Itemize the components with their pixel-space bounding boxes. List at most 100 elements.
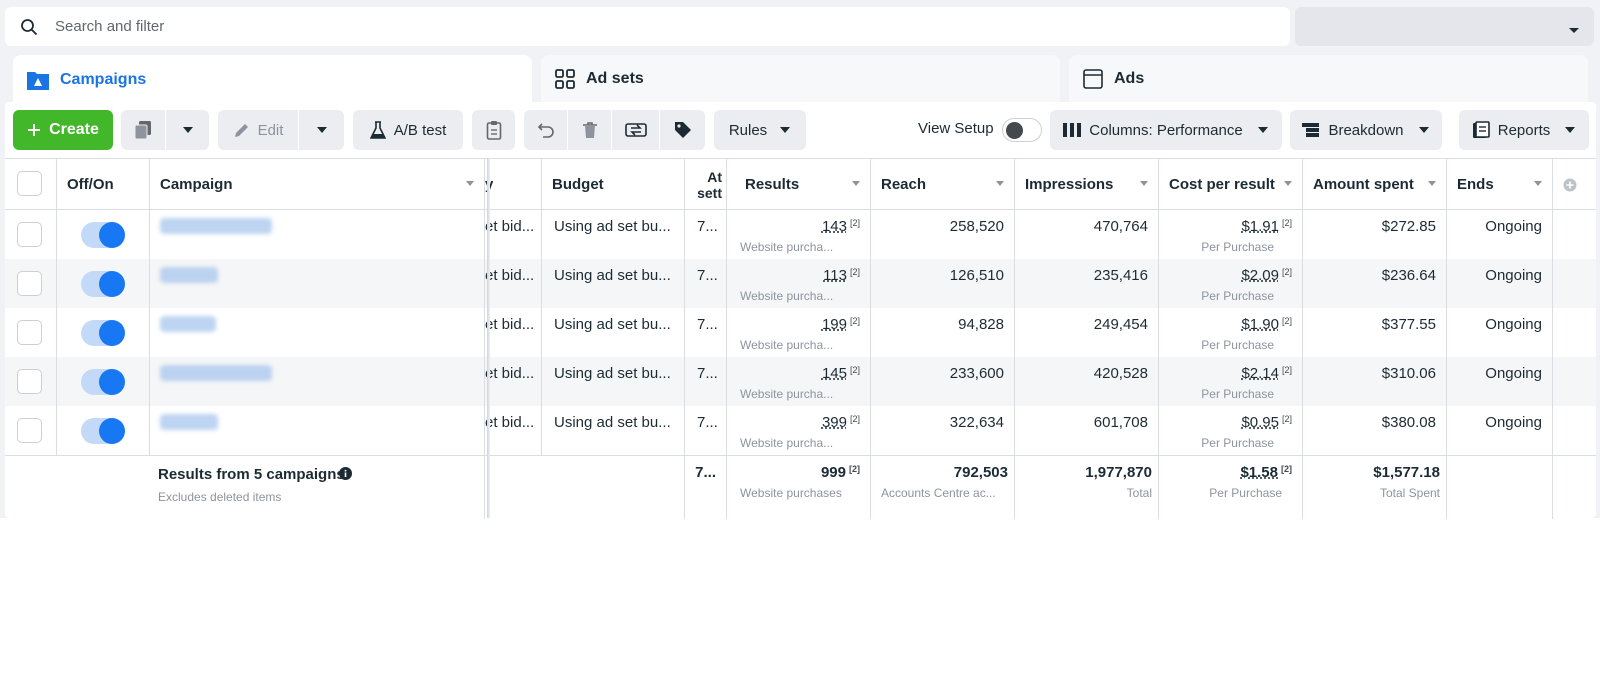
campaign-toggle[interactable] <box>81 222 125 248</box>
header-amount-spent[interactable]: Amount spent <box>1303 159 1447 210</box>
clipboard-button[interactable] <box>472 110 515 150</box>
select-all-checkbox[interactable] <box>17 171 42 196</box>
tag-icon <box>674 122 691 138</box>
redacted-campaign-name[interactable] <box>160 365 272 381</box>
table-row[interactable]: et bid... Using ad set bu... 7... 199 [2] Web… <box>5 308 1596 357</box>
budget-cell: Using ad set bu... <box>542 357 685 406</box>
header-bid-strategy[interactable]: y <box>485 159 542 210</box>
totals-impressions: 1,977,870 Total <box>1015 456 1159 519</box>
budget-cell: Using ad set bu... <box>542 210 685 259</box>
bid-strategy-value: et bid... <box>485 414 535 431</box>
columns-button[interactable]: Columns: Performance <box>1050 110 1282 150</box>
row-select-cell <box>5 357 57 406</box>
header-cost-per-result[interactable]: Cost per result <box>1159 159 1303 210</box>
header-ends[interactable]: Ends <box>1447 159 1553 210</box>
campaign-name-cell[interactable] <box>150 259 485 308</box>
reach-cell: 126,510 <box>871 259 1015 308</box>
totals-amount-subtitle: Total Spent <box>1379 486 1440 500</box>
results-subtitle: Website purcha... <box>740 387 834 401</box>
results-main: 399 [2] <box>822 414 860 431</box>
breakdown-button[interactable]: Breakdown <box>1290 110 1442 150</box>
duplicate-button[interactable] <box>121 110 165 150</box>
account-selector[interactable] <box>1295 7 1594 46</box>
tab-campaigns[interactable]: Campaigns <box>13 55 532 105</box>
view-setup-toggle[interactable] <box>1002 118 1042 142</box>
totals-amount-value: $1,577.18 <box>1373 464 1440 481</box>
table-row[interactable]: et bid... Using ad set bu... 7... 113 [2] Web… <box>5 259 1596 308</box>
row-checkbox[interactable] <box>17 271 42 296</box>
impressions-cell: 249,454 <box>1015 308 1159 357</box>
campaign-toggle[interactable] <box>81 418 125 444</box>
totals-label: Results from 5 campaigns <box>158 466 345 483</box>
off-on-cell <box>57 259 150 308</box>
totals-attribution-value: 7... <box>695 464 716 481</box>
redacted-campaign-name[interactable] <box>160 218 272 234</box>
campaign-name-cell[interactable] <box>150 357 485 406</box>
flask-icon <box>369 121 386 139</box>
campaign-toggle[interactable] <box>81 320 125 346</box>
delete-button[interactable] <box>568 110 611 150</box>
table-row[interactable]: et bid... Using ad set bu... 7... 399 [2] Web… <box>5 406 1596 455</box>
export-button[interactable] <box>612 110 659 150</box>
create-button[interactable]: Create <box>13 110 113 150</box>
footnote-marker: [2] <box>849 218 860 228</box>
sort-icon <box>852 181 860 186</box>
header-budget[interactable]: Budget <box>542 159 685 210</box>
reach-value: 322,634 <box>949 414 1004 431</box>
add-column-icon[interactable] <box>1563 178 1577 192</box>
totals-cost: $1.58 [2] Per Purchase <box>1159 456 1303 519</box>
undo-button[interactable] <box>524 110 567 150</box>
bid-strategy-cell: et bid... <box>485 406 542 455</box>
search-icon <box>18 16 40 38</box>
edit-button[interactable]: Edit <box>218 110 298 150</box>
search-input[interactable] <box>55 18 1055 35</box>
row-checkbox[interactable] <box>17 418 42 443</box>
bid-strategy-value: et bid... <box>485 218 535 235</box>
redacted-campaign-name[interactable] <box>160 414 218 430</box>
header-results[interactable]: Results <box>727 159 871 210</box>
header-off-on[interactable]: Off/On <box>57 159 150 210</box>
tag-button[interactable] <box>660 110 705 150</box>
table-row[interactable]: et bid... Using ad set bu... 7... 143 [2] Web… <box>5 210 1596 259</box>
campaign-toggle[interactable] <box>81 271 125 297</box>
redacted-campaign-name[interactable] <box>160 316 216 332</box>
duplicate-dropdown[interactable] <box>166 110 209 150</box>
totals-impressions-value: 1,977,870 <box>1085 464 1152 481</box>
header-reach[interactable]: Reach <box>871 159 1015 210</box>
attribution-value: 7... <box>697 218 718 235</box>
row-checkbox[interactable] <box>17 320 42 345</box>
info-icon[interactable] <box>339 467 352 484</box>
row-checkbox[interactable] <box>17 222 42 247</box>
filler-cell <box>1553 357 1596 406</box>
tab-ads[interactable]: Ads <box>1069 55 1588 103</box>
edit-dropdown[interactable] <box>299 110 344 150</box>
row-checkbox[interactable] <box>17 369 42 394</box>
ab-test-button[interactable]: A/B test <box>353 110 463 150</box>
campaign-name-cell[interactable] <box>150 210 485 259</box>
reach-value: 126,510 <box>949 267 1004 284</box>
redacted-campaign-name[interactable] <box>160 267 218 283</box>
footnote-marker: [2] <box>849 464 860 474</box>
totals-label-cell: Results from 5 campaigns Excludes deleted… <box>150 456 485 519</box>
footnote-marker: [2] <box>1281 267 1292 277</box>
filler-cell <box>1553 259 1596 308</box>
tab-ad-sets[interactable]: Ad sets <box>541 55 1060 103</box>
reach-cell: 322,634 <box>871 406 1015 455</box>
cost-value: $2.14 <box>1241 365 1279 382</box>
header-attribution[interactable]: At sett <box>685 159 727 210</box>
amount-value: $377.55 <box>1381 316 1436 333</box>
campaign-toggle[interactable] <box>81 369 125 395</box>
search-bar[interactable] <box>5 7 1290 46</box>
reports-button[interactable]: Reports <box>1459 110 1589 150</box>
sort-icon <box>1140 181 1148 186</box>
table-row[interactable]: et bid... Using ad set bu... 7... 145 [2] Web… <box>5 357 1596 406</box>
header-campaign[interactable]: Campaign <box>150 159 485 210</box>
rules-button[interactable]: Rules <box>714 110 806 150</box>
header-impressions[interactable]: Impressions <box>1015 159 1159 210</box>
ad-window-icon <box>1082 68 1104 90</box>
totals-reach: 792,503 Accounts Centre ac... <box>871 456 1015 519</box>
campaign-name-cell[interactable] <box>150 308 485 357</box>
campaign-name-cell[interactable] <box>150 406 485 455</box>
attribution-cell: 7... <box>685 210 727 259</box>
footnote-marker: [2] <box>849 414 860 424</box>
